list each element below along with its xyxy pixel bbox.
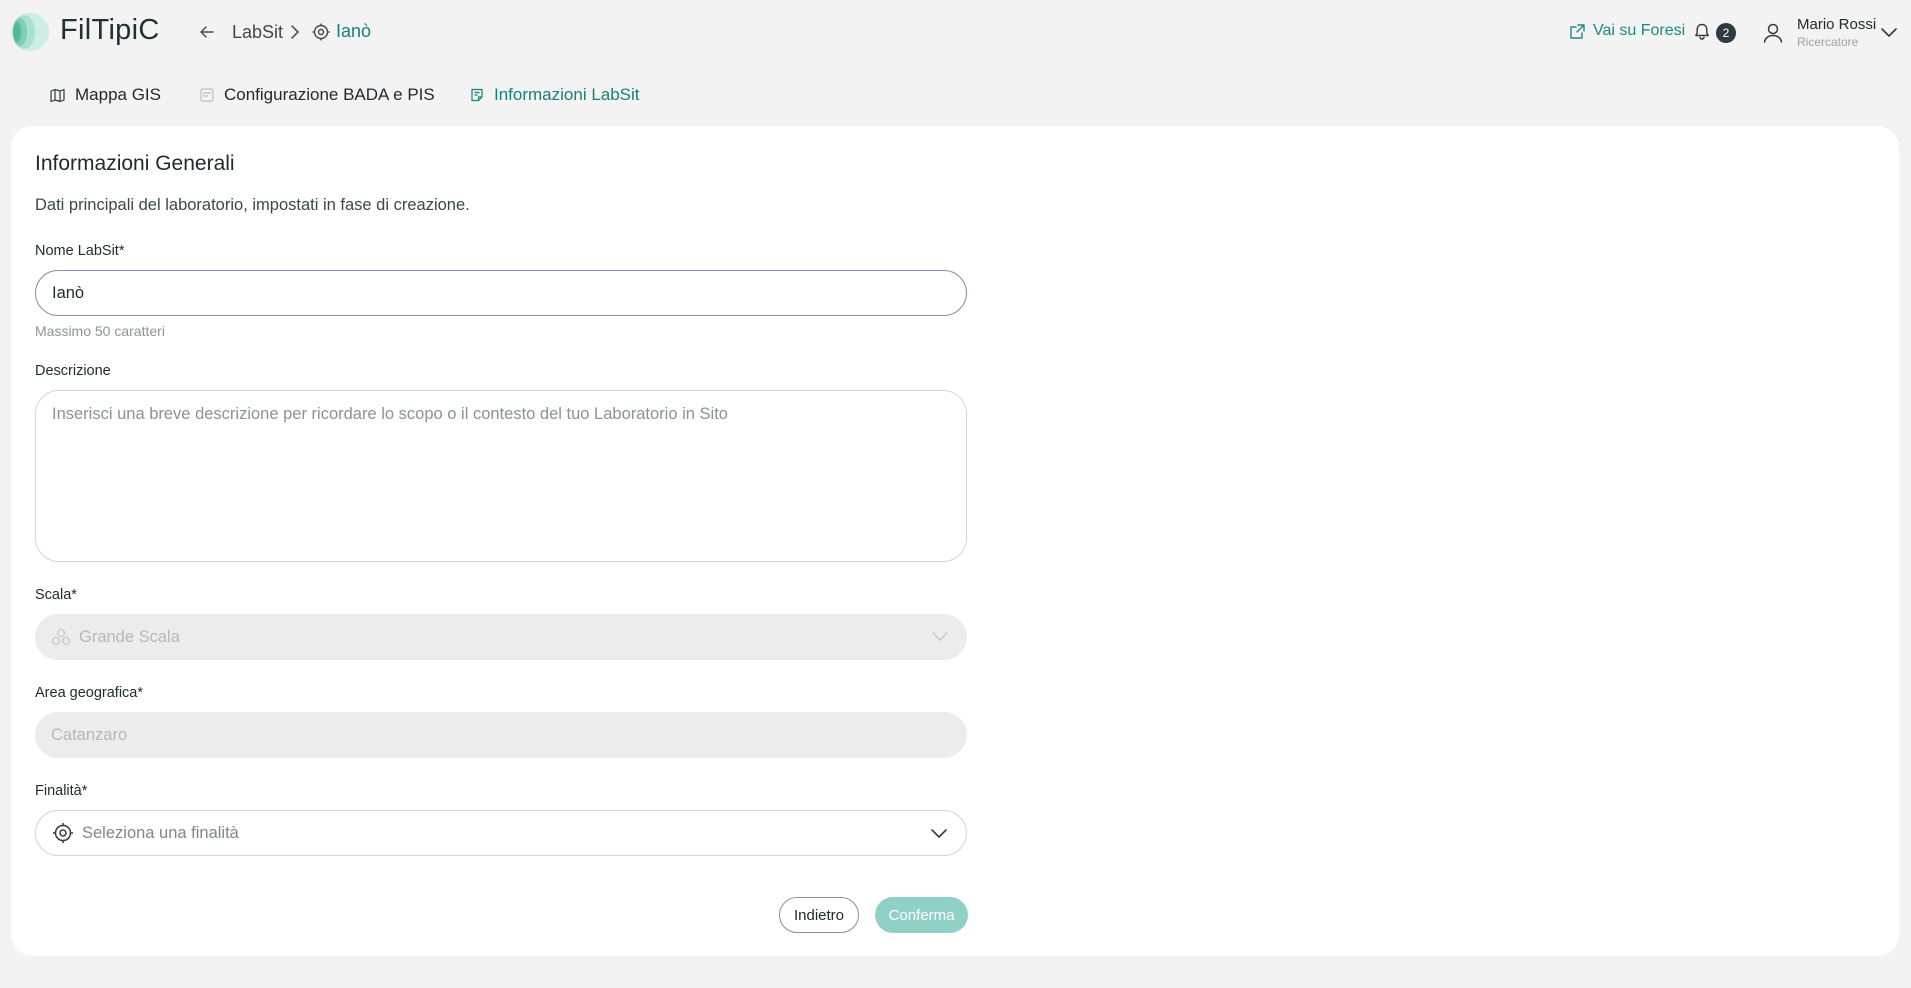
user-role: Ricercatore: [1797, 35, 1859, 49]
info-doc-icon: [471, 88, 483, 102]
tab-label: Mappa GIS: [75, 85, 161, 104]
app-brand[interactable]: FilTipiC: [60, 14, 160, 47]
scale-label: Scala*: [35, 587, 77, 603]
chevron-right-icon: [291, 25, 300, 39]
breadcrumb-current: Ianò: [312, 21, 371, 42]
notification-count-badge: 2: [1716, 23, 1736, 43]
info-card: Informazioni Generali Dati principali de…: [11, 126, 1899, 956]
section-title: Informazioni Generali: [35, 152, 235, 175]
area-field: Catanzaro: [35, 712, 967, 758]
tab-mappa-gis[interactable]: Mappa GIS: [50, 85, 161, 105]
back-button[interactable]: Indietro: [779, 897, 859, 933]
name-input[interactable]: [35, 270, 967, 316]
description-textarea[interactable]: [35, 390, 967, 562]
purpose-placeholder: Seleziona una finalità: [82, 823, 239, 842]
chevron-down-icon: [931, 829, 947, 839]
purpose-label: Finalità*: [35, 783, 88, 799]
name-hint: Massimo 50 caratteri: [35, 323, 165, 339]
area-value: Catanzaro: [51, 725, 128, 744]
user-icon[interactable]: [1762, 22, 1784, 44]
back-arrow-icon[interactable]: [197, 22, 217, 42]
config-icon: [200, 88, 214, 102]
target-icon: [312, 23, 330, 40]
purpose-select[interactable]: Seleziona una finalità: [35, 810, 967, 856]
top-bar: FilTipiC LabSit Ianò Vai su Foresi 2 Mar…: [0, 0, 1911, 66]
tab-label: Configurazione BADA e PIS: [224, 85, 435, 104]
chevron-down-icon: [932, 632, 948, 642]
map-icon: [50, 88, 65, 102]
external-link-foresi[interactable]: Vai su Foresi: [1570, 22, 1685, 40]
target-icon: [53, 823, 73, 843]
chevron-down-icon[interactable]: [1880, 25, 1898, 39]
description-label: Descrizione: [35, 363, 111, 379]
confirm-button[interactable]: Conferma: [875, 897, 968, 933]
breadcrumb-labsit[interactable]: LabSit: [232, 22, 283, 43]
tab-informazioni-labsit[interactable]: Informazioni LabSit: [470, 85, 640, 105]
app-logo-icon[interactable]: [10, 12, 50, 52]
scale-select: Grande Scala: [35, 614, 967, 660]
external-link-label: Vai su Foresi: [1593, 22, 1686, 39]
scale-circles-icon: [51, 628, 71, 646]
name-label: Nome LabSit*: [35, 243, 125, 259]
section-subtitle: Dati principali del laboratorio, imposta…: [35, 196, 470, 214]
external-link-icon: [1570, 23, 1585, 39]
tab-label: Informazioni LabSit: [494, 85, 640, 104]
tab-configurazione[interactable]: Configurazione BADA e PIS: [200, 85, 435, 105]
area-label: Area geografica*: [35, 685, 144, 701]
breadcrumb-current-label: Ianò: [336, 21, 372, 41]
bell-icon[interactable]: [1692, 22, 1712, 42]
user-name: Mario Rossi: [1797, 16, 1877, 33]
scale-value: Grande Scala: [79, 627, 180, 646]
